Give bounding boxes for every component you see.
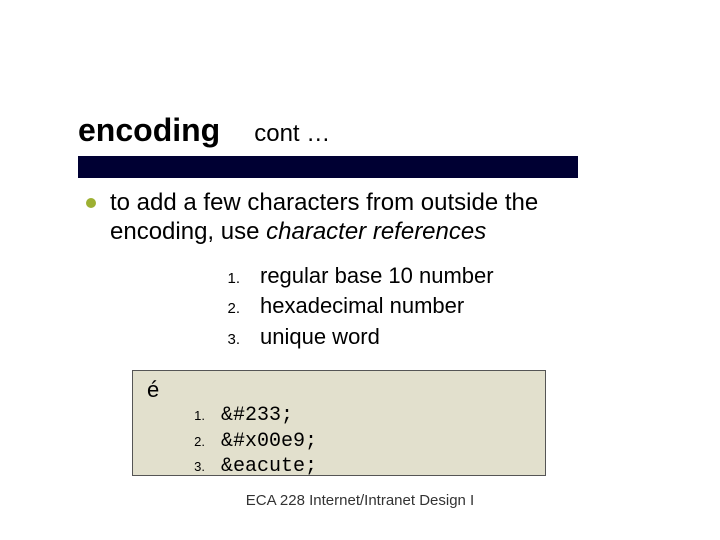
char-ref: &#233; — [221, 403, 293, 429]
title-continued: cont … — [254, 120, 330, 148]
list-item: 1. regular base 10 number — [220, 261, 646, 292]
list-number: 2. — [191, 434, 205, 451]
title-main: encoding — [78, 112, 220, 149]
list-number: 1. — [220, 268, 240, 289]
list-item: 1. &#233; — [191, 403, 531, 429]
slide: encoding cont … to add a few characters … — [0, 0, 720, 540]
list-item: 3. &eacute; — [191, 454, 531, 480]
bullet-1: to add a few characters from outside the… — [86, 188, 646, 247]
list-text: hexadecimal number — [260, 291, 464, 322]
list-number: 2. — [220, 298, 240, 319]
char-ref: &eacute; — [221, 454, 317, 480]
footer: ECA 228 Internet/Intranet Design I — [0, 492, 720, 509]
example-char: é — [147, 377, 531, 403]
bullet-dot-icon — [86, 198, 96, 208]
list-item: 3. unique word — [220, 322, 646, 353]
sublist-1: 1. regular base 10 number 2. hexadecimal… — [220, 261, 646, 353]
char-ref: &#x00e9; — [221, 429, 317, 455]
list-text: regular base 10 number — [260, 261, 494, 292]
bullet-1-em: character references — [266, 218, 486, 245]
title-underline — [78, 156, 578, 178]
list-item: 2. hexadecimal number — [220, 291, 646, 322]
list-number: 3. — [191, 459, 205, 476]
bullet-1-text: to add a few characters from outside the… — [110, 188, 646, 247]
slide-title: encoding cont … — [78, 112, 330, 149]
body: to add a few characters from outside the… — [86, 188, 646, 353]
list-number: 1. — [191, 408, 205, 425]
list-text: unique word — [260, 322, 380, 353]
list-item: 2. &#x00e9; — [191, 429, 531, 455]
example-box: é 1. &#233; 2. &#x00e9; 3. &eacute; — [132, 370, 546, 476]
list-number: 3. — [220, 329, 240, 350]
